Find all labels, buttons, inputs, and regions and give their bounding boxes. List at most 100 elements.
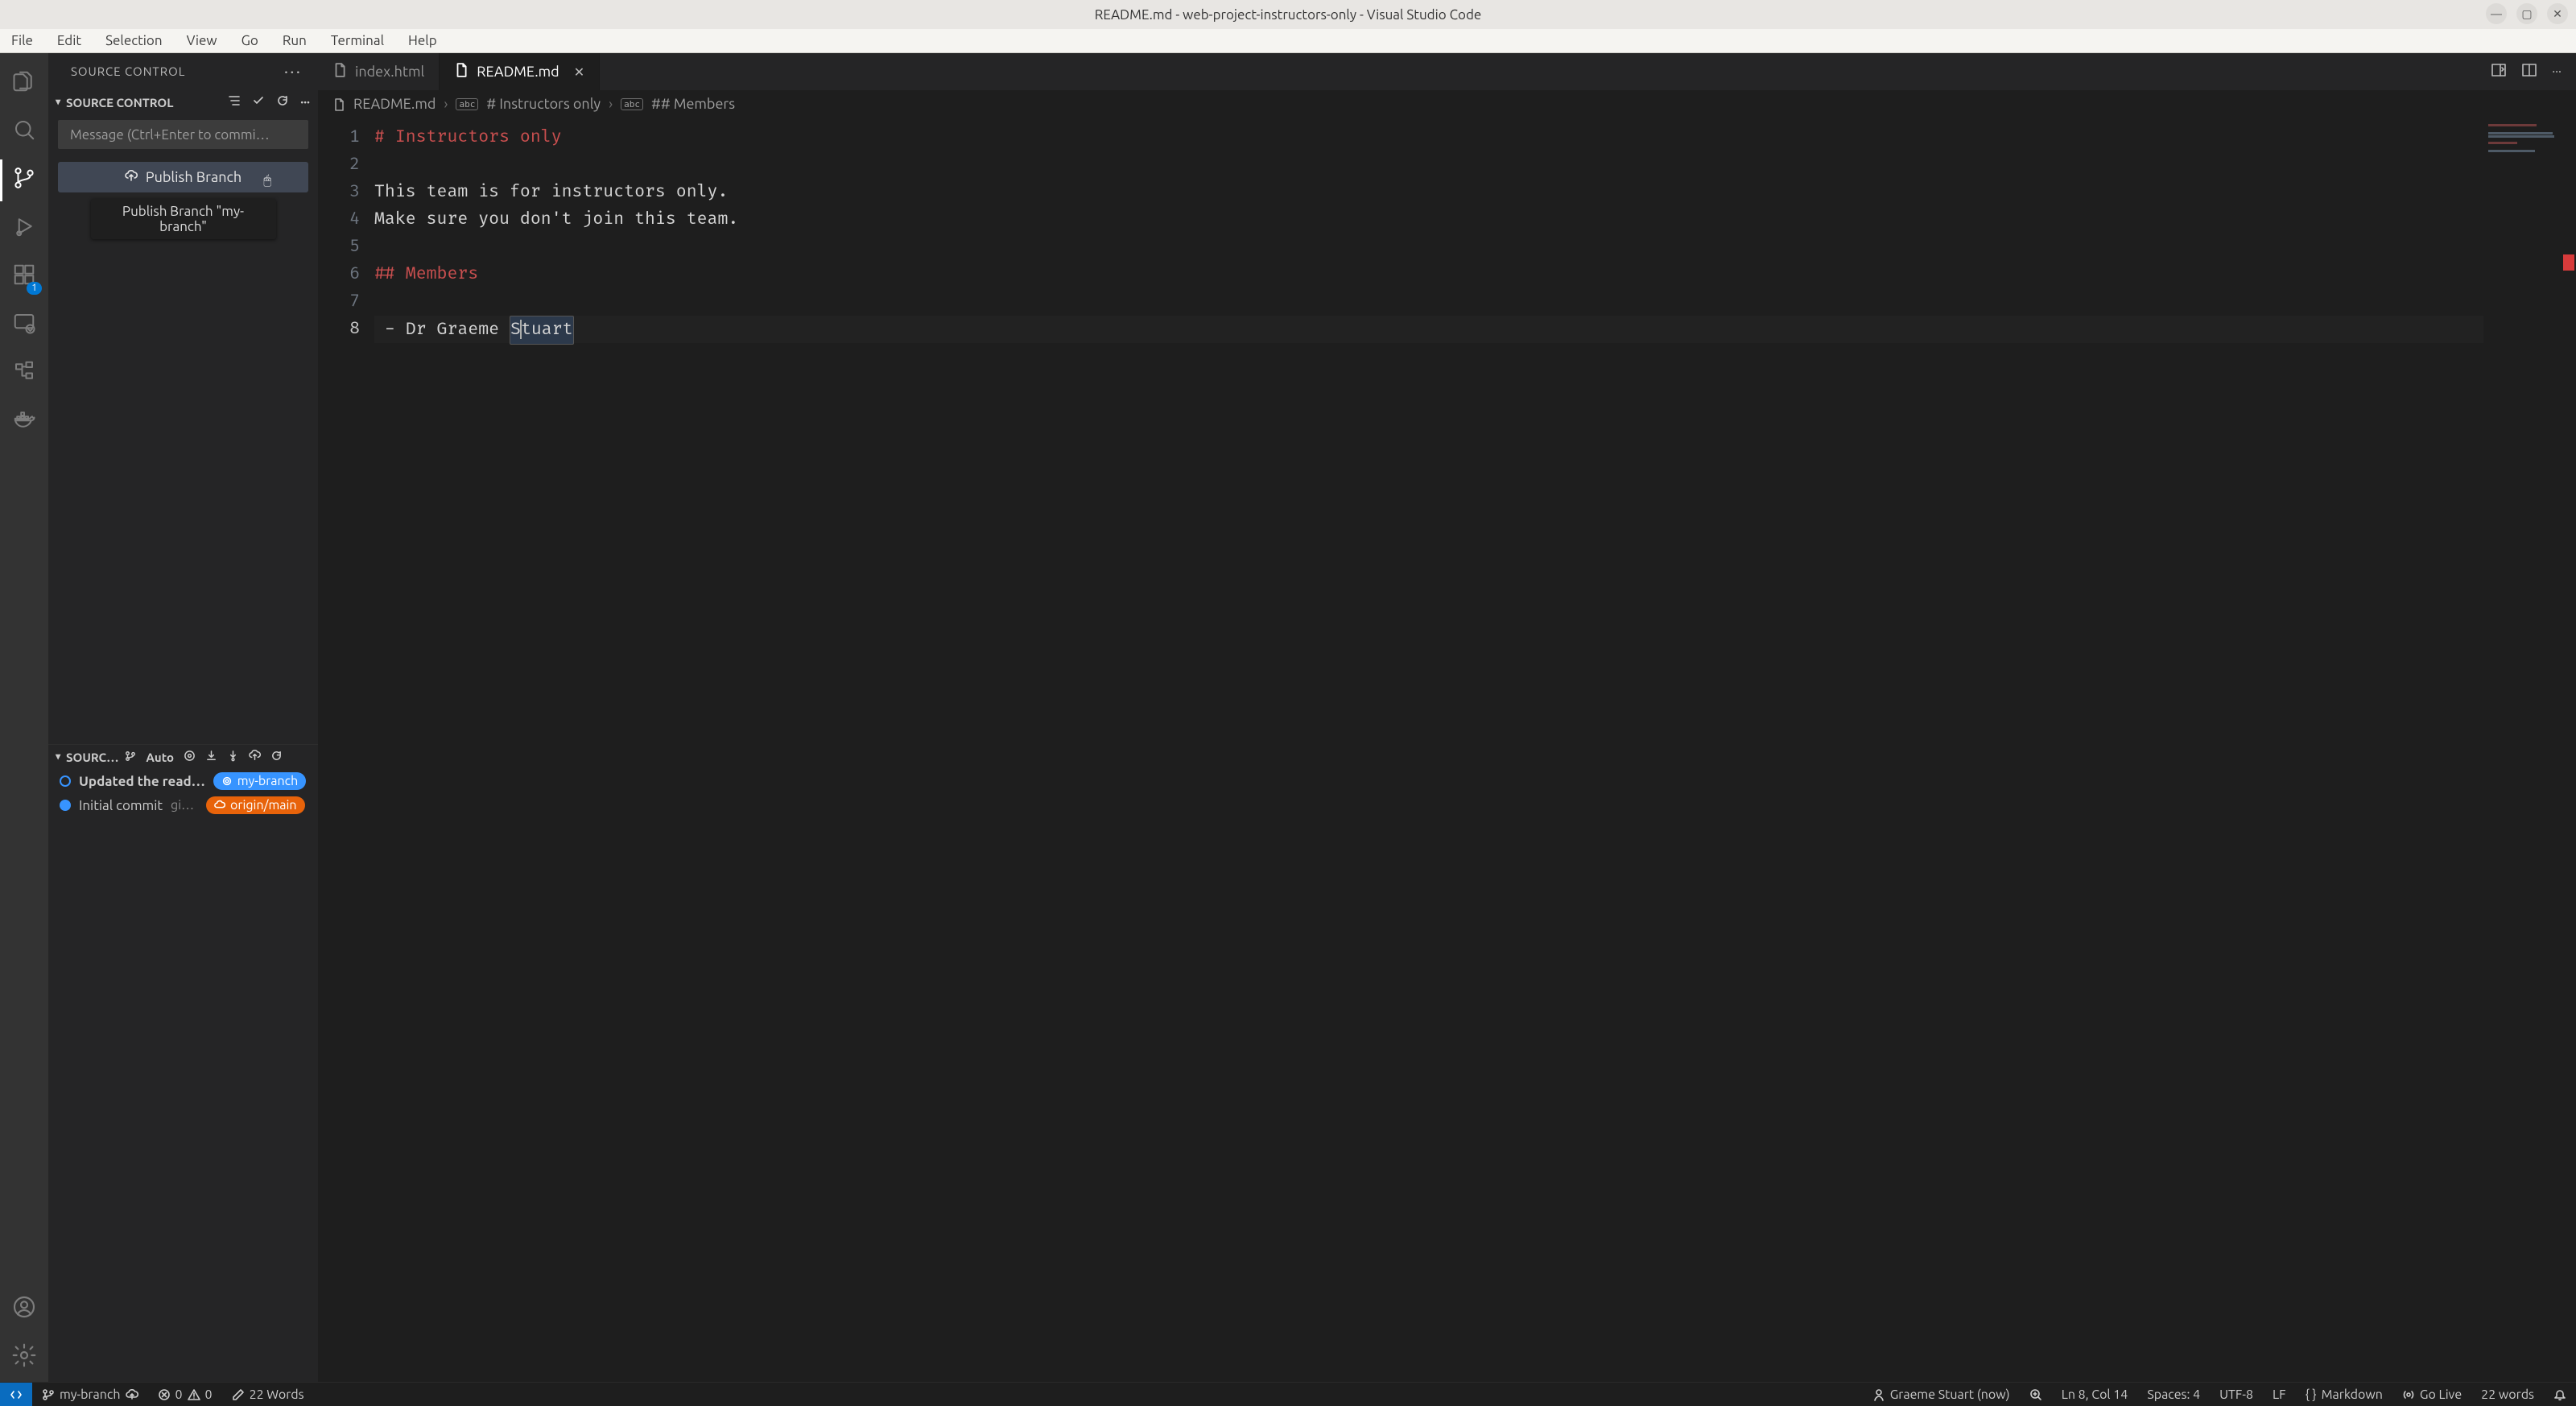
commit-message-input[interactable]: Message (Ctrl+Enter to commi… xyxy=(58,120,308,149)
sidebar-title-label: SOURCE CONTROL xyxy=(71,64,185,78)
person-icon xyxy=(1872,1388,1885,1401)
target-icon[interactable] xyxy=(184,750,196,764)
graph-icon xyxy=(12,359,36,388)
commit-checkmark-icon[interactable] xyxy=(252,94,265,110)
status-go-live[interactable]: Go Live xyxy=(2392,1387,2471,1402)
scm-repo-header[interactable]: ▸ SOURCE CONTROL ··· xyxy=(48,89,318,115)
braces-icon: { } xyxy=(2306,1387,2317,1402)
gear-icon xyxy=(11,1342,37,1373)
chevron-down-icon: ▸ xyxy=(53,100,64,105)
error-marker-icon xyxy=(2563,254,2574,271)
pencil-icon xyxy=(232,1388,245,1401)
status-encoding[interactable]: UTF-8 xyxy=(2210,1387,2263,1402)
code-content[interactable]: # Instructors onlyThis team is for instr… xyxy=(374,118,2576,1382)
status-git-blame[interactable]: Graeme Stuart (now) xyxy=(1863,1387,2020,1402)
activity-source-control[interactable] xyxy=(0,156,48,205)
pull-icon[interactable] xyxy=(205,750,217,764)
activity-search[interactable] xyxy=(0,108,48,156)
commit-node-icon xyxy=(60,775,71,787)
refresh-icon[interactable] xyxy=(276,94,289,110)
fetch-icon[interactable] xyxy=(227,750,239,764)
error-icon xyxy=(158,1388,171,1401)
commit-row[interactable]: Updated the read…my-branch xyxy=(48,769,318,793)
file-icon xyxy=(332,96,345,112)
publish-branch-tooltip: Publish Branch "my-branch" xyxy=(91,199,276,239)
split-editor-icon[interactable] xyxy=(2521,62,2537,81)
status-language-mode[interactable]: { } Markdown xyxy=(2296,1387,2392,1402)
menu-edit[interactable]: Edit xyxy=(52,31,86,50)
menu-view[interactable]: View xyxy=(182,31,222,50)
publish-branch-label: Publish Branch xyxy=(146,169,242,185)
activity-explorer[interactable] xyxy=(0,60,48,108)
open-preview-icon[interactable] xyxy=(2491,62,2507,81)
status-cursor-position[interactable]: Ln 8, Col 14 xyxy=(2052,1387,2138,1402)
menu-selection[interactable]: Selection xyxy=(101,31,167,50)
remote-indicator[interactable] xyxy=(0,1383,32,1406)
status-indentation[interactable]: Spaces: 4 xyxy=(2137,1387,2210,1402)
window-maximize-button[interactable]: ▢ xyxy=(2516,3,2537,24)
breadcrumb-h2[interactable]: ## Members xyxy=(651,96,735,112)
status-word-count-left[interactable]: 22 Words xyxy=(222,1387,314,1402)
window-close-button[interactable]: ✕ xyxy=(2547,3,2568,24)
menu-go[interactable]: Go xyxy=(237,31,263,50)
commit-row[interactable]: Initial commitgit…origin/main xyxy=(48,793,318,817)
publish-branch-button[interactable]: Publish Branch 🖱 xyxy=(58,162,308,192)
push-icon[interactable] xyxy=(249,750,261,764)
activity-extensions[interactable]: 1 xyxy=(0,253,48,301)
menu-run[interactable]: Run xyxy=(278,31,312,50)
breadcrumbs[interactable]: README.md › abc # Instructors only › abc… xyxy=(318,90,2576,118)
tab-readme-md[interactable]: README.md ✕ xyxy=(440,53,600,90)
tab-label: README.md xyxy=(477,64,559,80)
docker-icon xyxy=(12,407,36,436)
search-icon xyxy=(12,118,36,147)
editor-area: index.html README.md ✕ ··· README.md › a… xyxy=(318,53,2576,1382)
sidebar-more-icon[interactable]: ··· xyxy=(284,61,302,81)
menu-file[interactable]: File xyxy=(6,31,38,50)
files-icon xyxy=(12,69,36,98)
tab-label: index.html xyxy=(355,64,424,80)
graph-auto-label[interactable]: Auto xyxy=(146,751,174,764)
close-icon[interactable]: ✕ xyxy=(574,64,584,80)
branch-chip[interactable]: origin/main xyxy=(206,796,304,814)
status-branch[interactable]: my-branch xyxy=(32,1387,148,1402)
remote-explorer-icon xyxy=(12,311,36,340)
branch-chip[interactable]: my-branch xyxy=(213,772,307,790)
activity-settings[interactable] xyxy=(0,1334,48,1382)
status-eol[interactable]: LF xyxy=(2263,1387,2296,1402)
menu-help[interactable]: Help xyxy=(403,31,442,50)
status-problems[interactable]: 0 0 xyxy=(148,1387,222,1402)
editor-more-icon[interactable]: ··· xyxy=(2552,64,2562,79)
activity-docker[interactable] xyxy=(0,398,48,446)
status-bar: my-branch 0 0 22 Words Graeme Stuart (no… xyxy=(0,1382,2576,1406)
status-word-count-right[interactable]: 22 words xyxy=(2471,1387,2544,1402)
status-error-count: 0 xyxy=(175,1387,183,1402)
bell-icon xyxy=(2553,1388,2566,1401)
more-actions-icon[interactable]: ··· xyxy=(300,95,310,110)
branch-picker-icon[interactable] xyxy=(125,751,136,764)
commit-node-icon xyxy=(60,800,71,811)
status-notifications[interactable] xyxy=(2544,1388,2576,1401)
view-as-tree-icon[interactable] xyxy=(228,94,241,110)
activity-graph[interactable] xyxy=(0,349,48,398)
tab-index-html[interactable]: index.html xyxy=(318,53,440,90)
refresh-graph-icon[interactable] xyxy=(270,750,283,764)
breadcrumb-h1[interactable]: # Instructors only xyxy=(486,96,601,112)
git-branch-icon xyxy=(12,166,36,195)
status-zoom[interactable] xyxy=(2020,1388,2052,1401)
text-editor[interactable]: 12345678 # Instructors onlyThis team is … xyxy=(318,118,2576,1382)
breadcrumb-separator: › xyxy=(609,96,613,112)
os-titlebar: README.md - web-project-instructors-only… xyxy=(0,0,2576,29)
activity-accounts[interactable] xyxy=(0,1285,48,1334)
status-branch-name: my-branch xyxy=(60,1387,121,1402)
cloud-icon xyxy=(126,1388,138,1401)
window-minimize-button[interactable]: — xyxy=(2486,3,2507,24)
source-control-sidebar: SOURCE CONTROL ··· ▸ SOURCE CONTROL ··· … xyxy=(48,53,318,1382)
debug-icon xyxy=(12,214,36,243)
scm-graph-title: SOURC… xyxy=(66,751,118,764)
breadcrumb-file[interactable]: README.md xyxy=(353,96,436,112)
breadcrumb-separator: › xyxy=(444,96,448,112)
commit-meta: git… xyxy=(171,798,198,813)
activity-remote-explorer[interactable] xyxy=(0,301,48,349)
activity-run-debug[interactable] xyxy=(0,205,48,253)
menu-terminal[interactable]: Terminal xyxy=(326,31,389,50)
